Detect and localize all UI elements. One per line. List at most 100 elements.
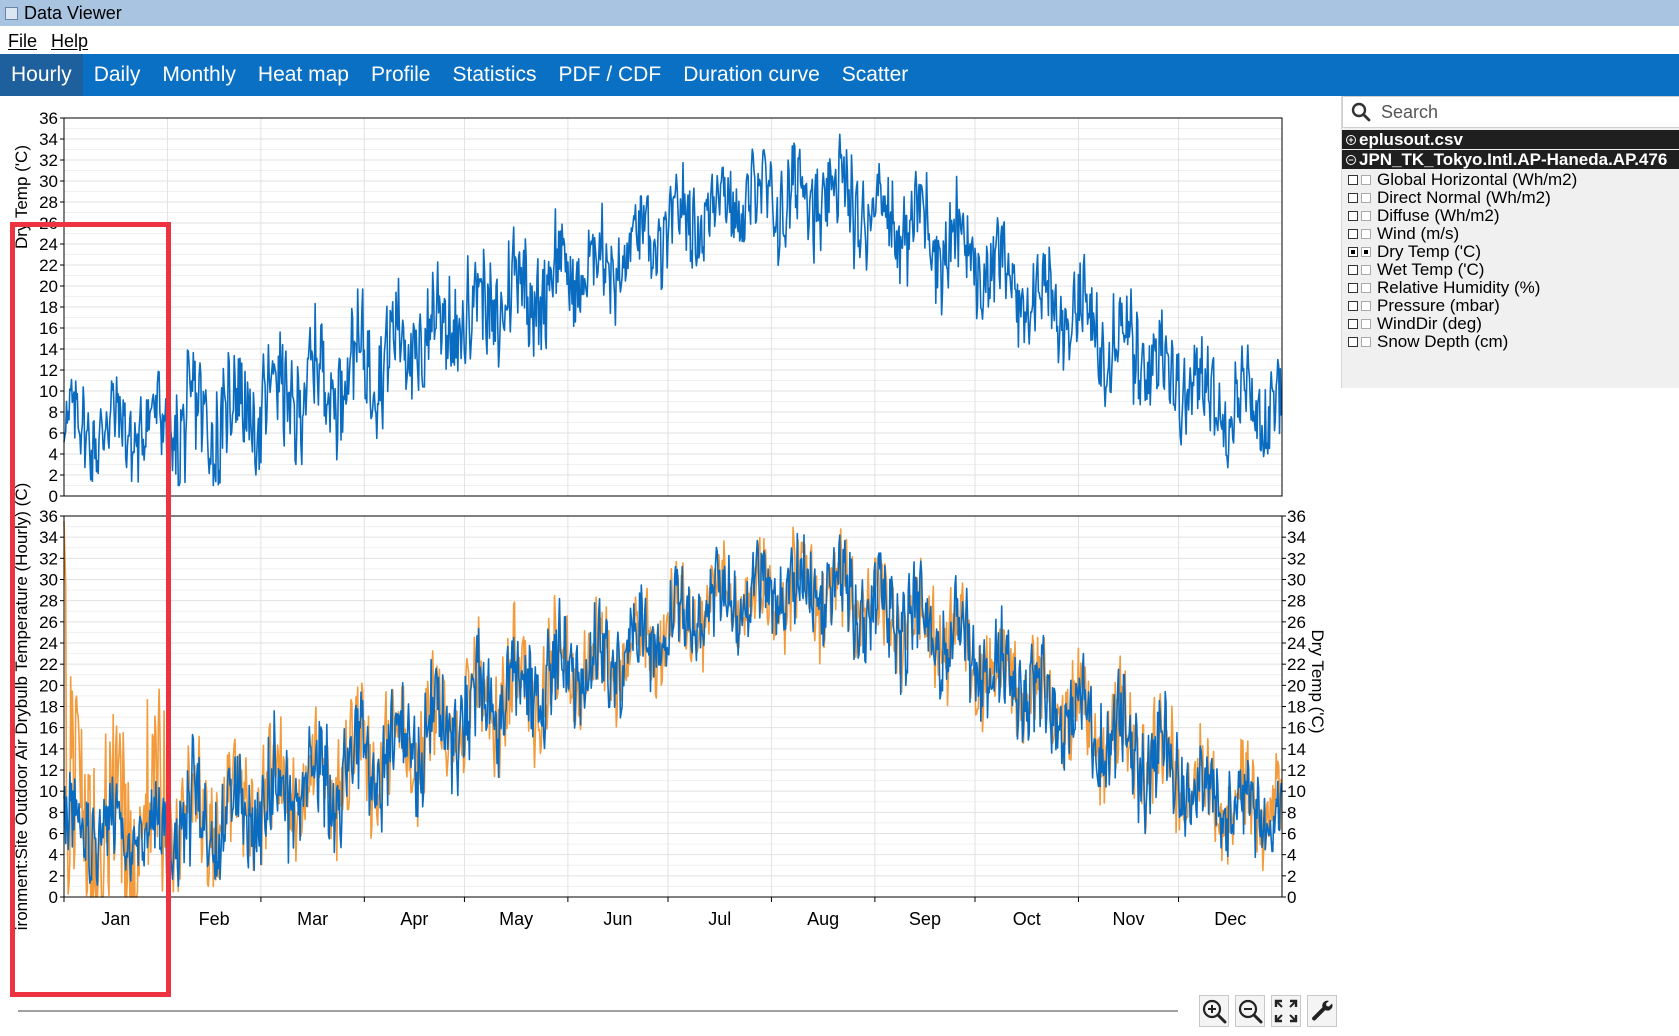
y2-tick-label: 14 (1287, 740, 1306, 759)
y-tick-label: 30 (39, 172, 58, 191)
variable-label: Dry Temp ('C) (1377, 242, 1481, 261)
right-axis-checkbox[interactable] (1361, 300, 1371, 311)
y2-tick-label: 16 (1287, 719, 1306, 738)
search-input[interactable] (1379, 100, 1663, 124)
x-tick-label: Feb (199, 909, 230, 929)
variable-panel: +eplusout.csv−JPN_TK_Tokyo.Intl.AP-Haned… (1341, 96, 1679, 388)
file-node[interactable]: − JPN_TK_Tokyo.Intl.AP-Haneda.AP.476 (1342, 150, 1679, 169)
expand-icon[interactable]: + (1346, 134, 1356, 145)
tab-statistics[interactable]: Statistics (441, 54, 547, 96)
left-axis-checkbox[interactable] (1348, 264, 1358, 275)
x-tick-label: Apr (400, 909, 428, 929)
variable-item[interactable]: Relative Humidity (%) (1342, 278, 1679, 297)
left-axis-checkbox[interactable] (1348, 282, 1358, 293)
tab-bar: Hourly Daily Monthly Heat map Profile St… (0, 54, 1679, 96)
variable-item[interactable]: Wind (m/s) (1342, 224, 1679, 243)
left-axis-checkbox[interactable] (1348, 210, 1358, 221)
tab-profile[interactable]: Profile (360, 54, 442, 96)
tab-scatter[interactable]: Scatter (831, 54, 920, 96)
variable-label: Wet Temp ('C) (1377, 260, 1485, 279)
collapse-icon[interactable]: − (1346, 154, 1356, 165)
y2-tick-label: 6 (1287, 825, 1296, 844)
file-node[interactable]: + eplusout.csv (1342, 130, 1679, 149)
left-axis-checkbox[interactable] (1348, 174, 1358, 185)
search-icon (1351, 102, 1371, 122)
variable-item[interactable]: Pressure (mbar) (1342, 296, 1679, 315)
horizontal-scrollbar[interactable] (18, 1010, 1178, 1012)
right-axis-checkbox[interactable] (1361, 228, 1371, 239)
y2-tick-label: 2 (1287, 867, 1296, 886)
search-box[interactable] (1342, 96, 1679, 128)
y2-tick-label: 36 (1287, 507, 1306, 526)
right-axis-checkbox[interactable] (1361, 282, 1371, 293)
right-axis-checkbox[interactable] (1361, 246, 1371, 257)
variable-item[interactable]: Dry Temp ('C) (1342, 242, 1679, 261)
y2-tick-label: 20 (1287, 676, 1306, 695)
zoom-in-button[interactable] (1199, 995, 1229, 1027)
zoom-in-icon (1202, 999, 1227, 1024)
right-axis-checkbox[interactable] (1361, 318, 1371, 329)
left-axis-checkbox[interactable] (1348, 300, 1358, 311)
x-tick-label: Jul (708, 909, 731, 929)
plot-area[interactable]: 024681012141618202224262830323436Dry Tem… (0, 96, 1330, 1036)
variable-item[interactable]: Snow Depth (cm) (1342, 332, 1679, 351)
variable-label: Snow Depth (cm) (1377, 332, 1509, 351)
y2-tick-label: 24 (1287, 634, 1306, 653)
variable-item[interactable]: Global Horizontal (Wh/m2) (1342, 170, 1679, 189)
y2-tick-label: 34 (1287, 528, 1306, 547)
settings-button[interactable] (1307, 995, 1337, 1027)
x-tick-label: Jun (603, 909, 632, 929)
highlight-box (10, 222, 171, 997)
window-title: Data Viewer (24, 2, 122, 23)
tab-daily[interactable]: Daily (83, 54, 152, 96)
right-axis-checkbox[interactable] (1361, 192, 1371, 203)
variable-label: Wind (m/s) (1377, 224, 1460, 243)
right-axis-checkbox[interactable] (1361, 174, 1371, 185)
variable-label: Global Horizontal (Wh/m2) (1377, 170, 1578, 189)
x-tick-label: Mar (297, 909, 328, 929)
y-tick-label: 36 (39, 109, 58, 128)
x-tick-label: Oct (1013, 909, 1041, 929)
tab-monthly[interactable]: Monthly (151, 54, 247, 96)
left-axis-checkbox[interactable] (1348, 318, 1358, 329)
variable-item[interactable]: Direct Normal (Wh/m2) (1342, 188, 1679, 207)
zoom-out-button[interactable] (1235, 995, 1265, 1027)
file-name: JPN_TK_Tokyo.Intl.AP-Haneda.AP.476 (1359, 150, 1668, 169)
x-tick-label: Sep (909, 909, 941, 929)
y-tick-label: 32 (39, 151, 58, 170)
tab-duration-curve[interactable]: Duration curve (672, 54, 831, 96)
left-axis-checkbox[interactable] (1348, 228, 1358, 239)
left-axis-checkbox[interactable] (1348, 336, 1358, 347)
zoom-out-icon (1238, 999, 1263, 1024)
right-axis-checkbox[interactable] (1361, 210, 1371, 221)
variable-item[interactable]: WindDir (deg) (1342, 314, 1679, 333)
fit-view-button[interactable] (1271, 995, 1301, 1027)
y2-tick-label: 0 (1287, 888, 1296, 907)
variable-item[interactable]: Wet Temp ('C) (1342, 260, 1679, 279)
wrench-icon (1312, 1000, 1333, 1021)
y2-tick-label: 4 (1287, 846, 1296, 865)
menu-bar: File Help (0, 28, 94, 54)
y2-tick-label: 10 (1287, 782, 1306, 801)
title-bar: Data Viewer (0, 0, 1679, 26)
x-tick-label: May (499, 909, 533, 929)
file-name: eplusout.csv (1359, 130, 1463, 149)
y2-tick-label: 32 (1287, 549, 1306, 568)
y-tick-label: 34 (39, 130, 58, 149)
tab-hourly[interactable]: Hourly (0, 54, 83, 96)
variable-label: WindDir (deg) (1377, 314, 1482, 333)
y2-tick-label: 22 (1287, 655, 1306, 674)
right-axis-checkbox[interactable] (1361, 264, 1371, 275)
variable-label: Direct Normal (Wh/m2) (1377, 188, 1551, 207)
tab-pdf-cdf[interactable]: PDF / CDF (548, 54, 673, 96)
left-axis-checkbox[interactable] (1348, 246, 1358, 257)
x-tick-label: Dec (1214, 909, 1246, 929)
right-axis-checkbox[interactable] (1361, 336, 1371, 347)
tab-heat-map[interactable]: Heat map (247, 54, 360, 96)
left-axis-checkbox[interactable] (1348, 192, 1358, 203)
x-tick-label: Aug (807, 909, 839, 929)
y2-tick-label: 26 (1287, 613, 1306, 632)
menu-help[interactable]: Help (51, 31, 88, 52)
menu-file[interactable]: File (8, 31, 37, 52)
variable-item[interactable]: Diffuse (Wh/m2) (1342, 206, 1679, 225)
